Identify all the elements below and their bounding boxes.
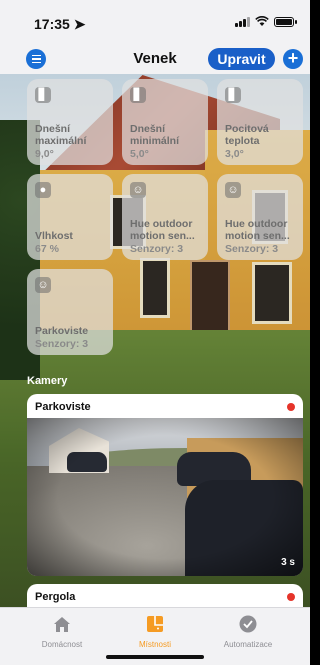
tile-motion-sensor-1[interactable]: ☺ Hue outdoor motion sen... Senzory: 3 [122, 174, 208, 260]
tab-label: Automatizace [223, 640, 273, 649]
tile-humidity[interactable]: ● Vlhkost 67 % [27, 174, 113, 260]
tile-name: Hue outdoor motion sen... [130, 218, 195, 242]
battery-icon [274, 16, 297, 27]
tile-value: Senzory: 3 [35, 338, 89, 350]
thermometer-icon: ▋ [225, 87, 241, 103]
tile-value: 3,0° [225, 148, 244, 160]
tab-home[interactable]: Domácnost [17, 614, 107, 649]
tab-automation[interactable]: Automatizace [203, 614, 293, 649]
cameras-section-title: Kamery [27, 375, 68, 387]
tile-value: 67 % [35, 243, 59, 255]
status-bar: 17:35 ➤ [0, 0, 310, 44]
camera-title: Parkoviste [35, 401, 91, 413]
camera-card-parkoviste[interactable]: Parkoviste 3 s [27, 394, 303, 576]
tile-name: Dnešní minimální [130, 123, 180, 147]
tile-name: Dnešní maximální [35, 123, 87, 147]
motion-sensor-icon: ☺ [35, 277, 51, 293]
tile-value: Senzory: 3 [130, 243, 184, 255]
humidity-icon: ● [35, 182, 51, 198]
camera-title: Pergola [35, 591, 76, 603]
recording-indicator-icon [287, 403, 295, 411]
tab-label: Místnosti [138, 640, 171, 649]
tile-name: Vlhkost [35, 230, 73, 242]
tile-parkoviste-sensor[interactable]: ☺ Parkoviste Senzory: 3 [27, 269, 113, 355]
tile-name: Pocitová teplota [225, 123, 269, 147]
tab-label: Domácnost [41, 640, 83, 649]
motion-sensor-icon: ☺ [225, 182, 241, 198]
tile-name: Hue outdoor motion sen... [225, 218, 290, 242]
cellular-signal-icon [235, 16, 250, 27]
tile-name: Parkoviste [35, 325, 89, 337]
camera-feed[interactable]: 3 s [27, 418, 303, 576]
snapshot-age: 3 s [281, 557, 295, 568]
motion-sensor-icon: ☺ [130, 182, 146, 198]
edit-button[interactable]: Upravit [208, 48, 275, 70]
add-button[interactable]: + [283, 49, 303, 69]
tile-today-min-temp[interactable]: ▋ Dnešní minimální 5,0° [122, 79, 208, 165]
thermometer-icon: ▋ [130, 87, 146, 103]
tile-value: 9,0° [35, 148, 54, 160]
home-icon [54, 617, 70, 632]
rooms-icon [147, 616, 163, 632]
tile-today-max-temp[interactable]: ▋ Dnešní maximální 9,0° [27, 79, 113, 165]
recording-indicator-icon [287, 593, 295, 601]
automation-icon [239, 615, 257, 633]
tile-feels-like-temp[interactable]: ▋ Pocitová teplota 3,0° [217, 79, 303, 165]
thermometer-icon: ▋ [35, 87, 51, 103]
tab-rooms[interactable]: Místnosti [110, 614, 200, 649]
tile-value: 5,0° [130, 148, 149, 160]
status-icons [235, 16, 297, 27]
home-indicator[interactable] [106, 655, 204, 659]
tile-value: Senzory: 3 [225, 243, 279, 255]
navigation-bar: Venek Upravit + [0, 44, 310, 74]
tile-motion-sensor-2[interactable]: ☺ Hue outdoor motion sen... Senzory: 3 [217, 174, 303, 260]
status-time: 17:35 ➤ [34, 16, 86, 32]
screen: 17:35 ➤ Venek Upravit + ▋ Dnešní maximál… [0, 0, 310, 665]
wifi-icon [255, 16, 269, 26]
